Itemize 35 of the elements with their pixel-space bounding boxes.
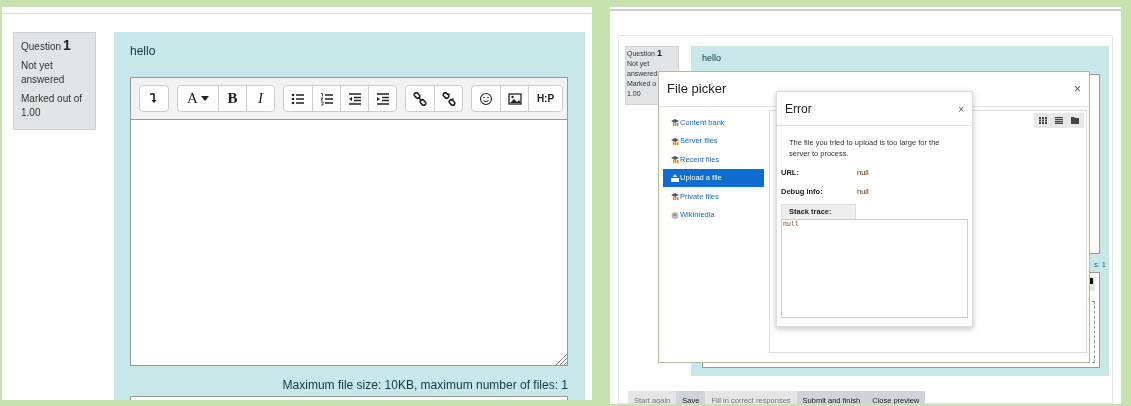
italic-button[interactable]: I [246, 86, 274, 111]
question-number: 1 [63, 38, 71, 52]
close-button[interactable]: × [1074, 83, 1081, 95]
question-text: hello [130, 43, 157, 60]
outdent-icon [347, 91, 362, 106]
question-status-text: Not yet answered [21, 59, 66, 87]
globe-icon [671, 210, 679, 219]
smiley-icon [479, 91, 493, 106]
bold-button[interactable]: B [218, 86, 246, 111]
dialog-title: Error [785, 100, 812, 118]
unlink-icon [441, 91, 456, 106]
numbered-list-icon [319, 91, 334, 106]
question-text: hello [702, 52, 722, 65]
resize-grip-icon[interactable] [555, 353, 567, 365]
upload-limits-text: Maximum file size: 10KB, maximum number of files: 1 [281, 378, 568, 392]
graduation-cap-icon [671, 192, 679, 201]
h5p-button[interactable]: H:P [528, 86, 562, 111]
link-icon [413, 91, 427, 106]
bullet-list-icon [291, 91, 305, 106]
question-label: Question [21, 40, 62, 54]
indent-icon [375, 91, 390, 106]
graduation-cap-icon [671, 118, 679, 127]
grid-view-icon[interactable] [1039, 117, 1047, 124]
folder-icon[interactable] [1071, 117, 1079, 124]
upload-tray-icon [671, 173, 679, 182]
caret-icon [200, 96, 209, 101]
list-view-icon[interactable] [1055, 117, 1063, 124]
close-button[interactable]: × [958, 105, 964, 115]
dialog-title: File picker [667, 80, 727, 99]
image-icon [507, 91, 522, 106]
question-status-text: Marked out of 1.00 [21, 92, 84, 120]
question-number: 1 [657, 49, 663, 58]
font-style-button[interactable]: A [178, 86, 218, 111]
graduation-cap-icon [671, 136, 679, 145]
graduation-cap-icon [671, 155, 679, 164]
